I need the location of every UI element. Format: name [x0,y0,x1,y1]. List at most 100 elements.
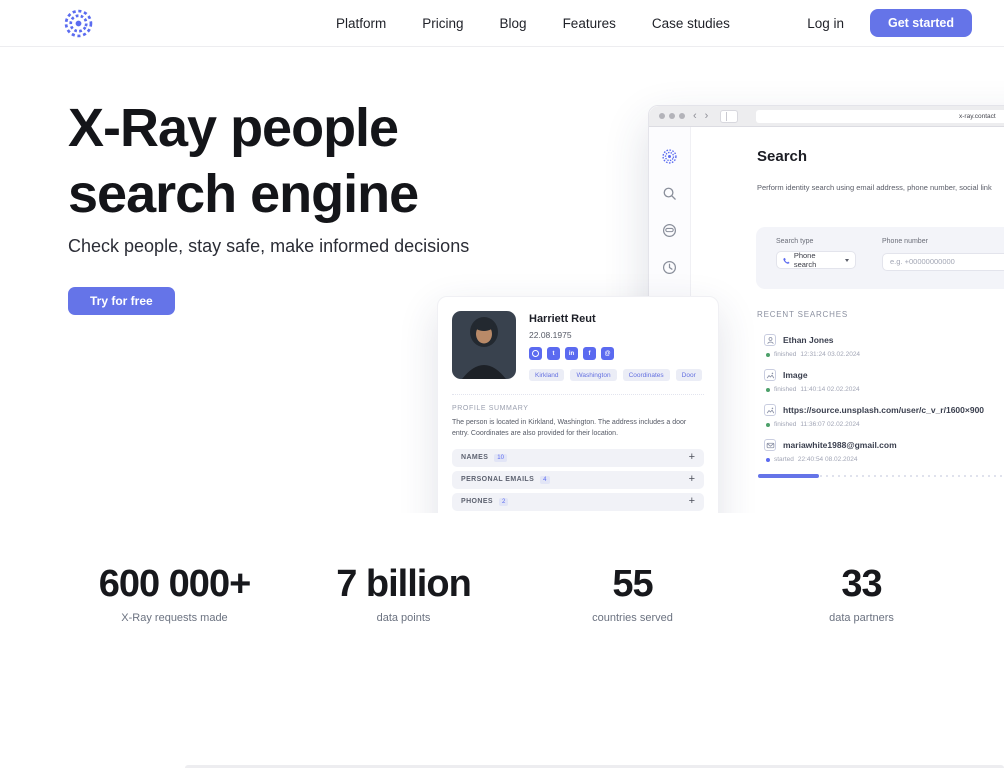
section-row-names[interactable]: NAMES 10 [452,449,704,467]
status-timestamp: 11:36:07 02.02.2024 [800,421,859,428]
tag-pill[interactable]: Kirkland [529,369,564,381]
nav-case-studies[interactable]: Case studies [652,16,730,31]
top-navigation: Platform Pricing Blog Features Case stud… [0,0,1004,47]
stat-value: 7 billion [289,563,518,606]
tag-pill[interactable]: Coordinates [623,369,670,381]
profile-sections: NAMES 10 PERSONAL EMAILS 4 PHONES 2 USER… [452,449,704,513]
page-title-line1: X-Ray people [68,95,418,161]
instagram-icon[interactable] [529,347,542,360]
status-text: finished [774,351,796,358]
list-item: https://source.unsplash.com/user/c_v_r/1… [764,404,1004,439]
stat-countries: 55 countries served [518,563,747,624]
profile-tags: Kirkland Washington Coordinates Door [529,369,702,381]
card-divider [452,394,704,395]
recent-search-query[interactable]: Image [783,370,808,380]
browser-sidebar-toggle-icon[interactable] [720,110,738,123]
search-type-value: Phone search [794,251,839,269]
window-control-dot [659,113,665,119]
window-control-dot [679,113,685,119]
stat-label: countries served [518,612,747,624]
browser-back-icon[interactable] [689,111,701,122]
stat-data-points: 7 billion data points [289,563,518,624]
tag-pill[interactable]: Door [676,369,702,381]
search-type-dropdown[interactable]: Phone search [776,251,856,269]
phone-number-field: Phone number [882,238,1004,278]
phone-number-input[interactable] [882,253,1004,271]
section-label: PHONES [461,498,493,505]
get-started-button[interactable]: Get started [870,9,972,37]
search-page-title: Search [757,148,807,165]
login-link[interactable]: Log in [807,16,844,31]
progress-fill [758,474,819,478]
tag-pill[interactable]: Washington [570,369,616,381]
try-for-free-button[interactable]: Try for free [68,287,175,315]
status-text: started [774,456,794,463]
profile-summary-text: The person is located in Kirkland, Washi… [452,418,704,440]
stat-partners: 33 data partners [747,563,976,624]
stat-value: 55 [518,563,747,606]
recent-searches-list: Ethan Jones finished 12:31:24 03.02.2024… [764,334,1004,474]
recent-searches-title: RECENT SEARCHES [757,310,848,319]
expand-plus-icon[interactable] [689,474,695,485]
nav-features[interactable]: Features [563,16,616,31]
profile-name: Harriett Reut [529,313,702,325]
profile-social-links [529,347,702,360]
identity-icon[interactable] [662,223,677,238]
image-icon [764,404,776,416]
count-badge: 2 [499,498,508,506]
section-label: PERSONAL EMAILS [461,476,534,483]
expand-plus-icon[interactable] [689,496,695,507]
profile-result-card: Harriett Reut 22.08.1975 Kirkland Washin… [437,296,719,513]
app-logo-icon[interactable] [662,149,677,164]
person-icon [764,334,776,346]
twitter-icon[interactable] [547,347,560,360]
nav-pricing[interactable]: Pricing [422,16,463,31]
window-control-dot [669,113,675,119]
recent-search-query[interactable]: mariawhite1988@gmail.com [783,440,897,450]
status-timestamp: 11:40:14 02.02.2024 [800,386,859,393]
count-badge: 4 [540,476,549,484]
expand-plus-icon[interactable] [689,452,695,463]
profile-photo [452,311,516,379]
hero-subtitle: Check people, stay safe, make informed d… [68,236,469,257]
nav-platform[interactable]: Platform [336,16,386,31]
browser-forward-icon[interactable] [701,111,713,122]
stats-section: 600 000+ X-Ray requests made 7 billion d… [60,563,976,624]
page-title-line2: search engine [68,161,418,227]
chevron-down-icon [845,259,849,262]
status-dot [766,458,770,462]
stat-label: data partners [747,612,976,624]
phone-icon [783,257,790,264]
address-bar-url: x-ray.contact [959,113,996,120]
section-row-personal-emails[interactable]: PERSONAL EMAILS 4 [452,471,704,489]
facebook-icon[interactable] [583,347,596,360]
status-timestamp: 12:31:24 03.02.2024 [800,351,860,358]
image-icon [764,369,776,381]
address-bar[interactable]: x-ray.contact [756,110,1004,123]
profile-dob: 22.08.1975 [529,330,702,340]
list-item: mariawhite1988@gmail.com started 22:40:5… [764,439,1004,474]
recent-search-query[interactable]: https://source.unsplash.com/user/c_v_r/1… [783,405,984,415]
brand-logo-icon[interactable] [64,9,93,38]
profile-summary-title: PROFILE SUMMARY [452,405,704,412]
section-row-phones[interactable]: PHONES 2 [452,493,704,511]
stat-value: 600 000+ [60,563,289,606]
status-dot [766,388,770,392]
status-timestamp: 22:40:54 08.02.2024 [798,456,858,463]
header-actions: Log in Get started [807,9,972,37]
recent-search-query[interactable]: Ethan Jones [783,335,834,345]
linkedin-icon[interactable] [565,347,578,360]
status-dot [766,353,770,357]
search-icon[interactable] [662,186,677,201]
profile-header: Harriett Reut 22.08.1975 Kirkland Washin… [529,311,702,381]
nav-blog[interactable]: Blog [500,16,527,31]
count-badge: 10 [494,454,507,462]
list-item: Ethan Jones finished 12:31:24 03.02.2024 [764,334,1004,369]
web-icon[interactable] [601,347,614,360]
history-clock-icon[interactable] [662,260,677,275]
email-icon [764,439,776,451]
status-text: finished [774,421,796,428]
stat-requests: 600 000+ X-Ray requests made [60,563,289,624]
stat-value: 33 [747,563,976,606]
hero-section: X-Ray people search engine Check people,… [0,47,1004,513]
